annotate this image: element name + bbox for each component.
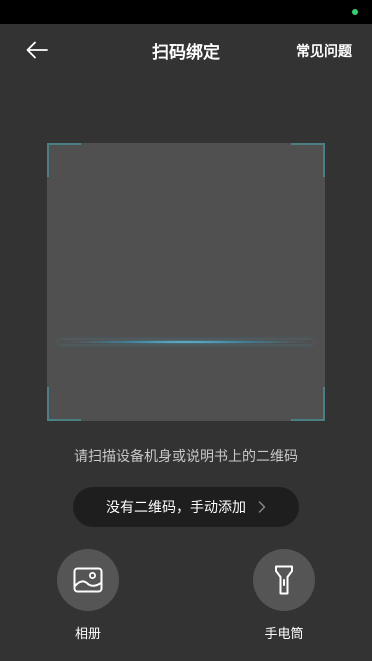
scan-corner-bottom-right [291, 387, 325, 421]
nav-bar: 扫码绑定 常见问题 [0, 24, 372, 76]
scan-hint: 请扫描设备机身或说明书上的二维码 [74, 449, 298, 465]
album-button[interactable] [57, 549, 119, 611]
arrow-left-icon [26, 41, 48, 59]
chevron-right-icon [258, 501, 266, 513]
manual-add-label: 没有二维码，手动添加 [106, 500, 246, 516]
flashlight-label: 手电筒 [264, 627, 304, 642]
status-bar [0, 0, 372, 24]
back-button[interactable] [20, 36, 54, 64]
scan-corner-top-right [291, 143, 325, 177]
flashlight-icon [275, 565, 293, 595]
status-indicator-dot [352, 9, 358, 15]
album-action: 相册 [48, 549, 128, 642]
flashlight-action: 手电筒 [244, 549, 324, 642]
scan-line [59, 340, 313, 344]
flashlight-button[interactable] [253, 549, 315, 611]
album-label: 相册 [74, 627, 101, 642]
scan-corner-top-left [47, 143, 81, 177]
scan-frame [47, 143, 325, 421]
manual-add-button[interactable]: 没有二维码，手动添加 [73, 487, 299, 527]
scan-corner-bottom-left [47, 387, 81, 421]
faq-link[interactable]: 常见问题 [296, 41, 352, 61]
image-icon [73, 567, 103, 593]
